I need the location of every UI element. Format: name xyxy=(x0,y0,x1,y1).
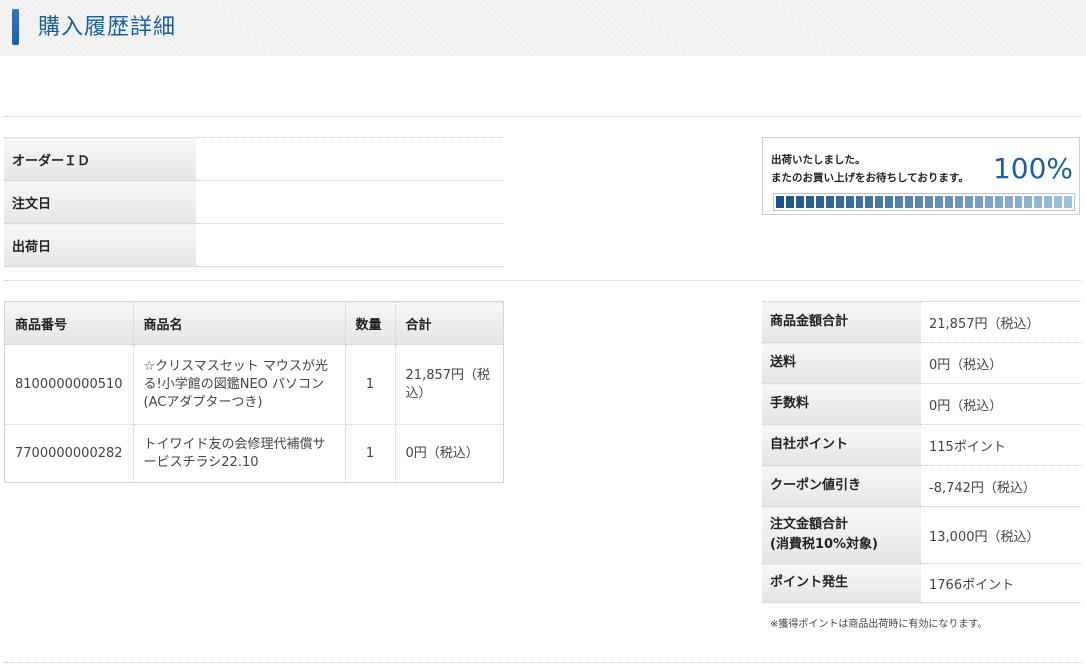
table-row: 8100000000510 ☆クリスマスセット マウスが光る!小学館の図鑑NEO… xyxy=(4,344,505,425)
points-earned-value: 1766ポイント xyxy=(921,563,1082,603)
progress-segment xyxy=(935,196,943,208)
ship-date-row: 出荷日 xyxy=(4,223,504,267)
summary-row: クーポン値引き -8,742円（税込） xyxy=(762,465,1082,507)
page-title: 購入履歴詳細 xyxy=(38,15,177,40)
divider xyxy=(4,280,1082,281)
progress-segment xyxy=(905,196,914,208)
item-total: 0円（税込） xyxy=(394,424,505,483)
points-used-value: 115ポイント xyxy=(921,424,1082,466)
item-qty: 1 xyxy=(344,424,396,483)
progress-segment xyxy=(776,196,784,208)
status-message-2: またのお買い上げをお待ちしております。 xyxy=(771,172,969,184)
progress-segment xyxy=(835,196,844,208)
progress-segment xyxy=(954,196,963,208)
header-accent-bar xyxy=(12,9,19,45)
progress-segment xyxy=(1014,196,1023,208)
summary-table: 商品金額合計 21,857円（税込） 送料 0円（税込） 手数料 0円（税込） … xyxy=(762,301,1082,603)
col-header-qty: 数量 xyxy=(344,301,396,345)
subtotal-value: 21,857円（税込） xyxy=(921,301,1082,343)
col-header-total: 合計 xyxy=(394,301,505,345)
progress-segment xyxy=(1064,196,1073,208)
progress-segment xyxy=(984,196,993,208)
item-qty: 1 xyxy=(344,344,396,425)
item-sku: 7700000000282 xyxy=(4,424,134,483)
progress-segment xyxy=(785,196,794,208)
fee-value: 0円（税込） xyxy=(921,383,1082,425)
shipping-progress-bar xyxy=(773,193,1075,211)
order-total-tax-note: (消費税10%対象) xyxy=(770,537,878,552)
progress-segment xyxy=(825,196,834,208)
progress-segment xyxy=(1034,196,1043,208)
progress-segment xyxy=(875,196,884,208)
progress-segment xyxy=(795,196,804,208)
order-id-value xyxy=(196,137,504,181)
order-id-row: オーダーＩＤ xyxy=(4,137,504,181)
fee-label: 手数料 xyxy=(762,383,921,425)
progress-segment xyxy=(964,196,973,208)
order-info-table: オーダーＩＤ 注文日 出荷日 xyxy=(4,137,504,267)
points-earned-label: ポイント発生 xyxy=(762,563,921,603)
item-sku: 8100000000510 xyxy=(4,344,134,425)
coupon-discount-label: クーポン値引き xyxy=(762,465,921,507)
summary-row: 送料 0円（税込） xyxy=(762,342,1082,384)
progress-segment xyxy=(994,196,1003,208)
summary-row: 商品金額合計 21,857円（税込） xyxy=(762,301,1082,343)
order-total-label-main: 注文金額合計 xyxy=(770,517,849,532)
progress-segment xyxy=(1054,196,1063,208)
items-header-row: 商品番号 商品名 数量 合計 xyxy=(4,301,505,345)
progress-segment xyxy=(885,196,894,208)
progress-segment xyxy=(974,196,983,208)
page-header: 購入履歴詳細 xyxy=(0,0,1086,56)
progress-segment xyxy=(1044,196,1053,208)
progress-segment xyxy=(895,196,904,208)
order-total-value: 13,000円（税込） xyxy=(921,506,1082,564)
points-note: ※獲得ポイントは商品出荷時に有効になります。 xyxy=(770,619,988,630)
progress-segment xyxy=(915,196,924,208)
table-row: 7700000000282 トイワイド友の会修理代補償サービスチラシ22.10 … xyxy=(4,424,505,483)
order-id-label: オーダーＩＤ xyxy=(4,137,196,181)
subtotal-label: 商品金額合計 xyxy=(762,301,921,343)
progress-segment xyxy=(855,196,864,208)
progress-segment xyxy=(1004,196,1013,208)
item-total: 21,857円（税込） xyxy=(394,344,505,425)
ship-date-value xyxy=(196,223,504,267)
progress-segment xyxy=(845,196,854,208)
progress-segment xyxy=(944,196,953,208)
summary-row: 注文金額合計 (消費税10%対象) 13,000円（税込） xyxy=(762,506,1082,564)
progress-segment xyxy=(925,196,933,208)
items-table: 商品番号 商品名 数量 合計 8100000000510 ☆クリスマスセット マ… xyxy=(4,301,505,483)
shipping-value: 0円（税込） xyxy=(921,342,1082,384)
progress-segment xyxy=(1024,196,1033,208)
progress-segment xyxy=(865,196,874,208)
summary-row: 自社ポイント 115ポイント xyxy=(762,424,1082,466)
divider xyxy=(4,116,1082,117)
item-name: トイワイド友の会修理代補償サービスチラシ22.10 xyxy=(132,424,346,483)
order-date-row: 注文日 xyxy=(4,180,504,224)
col-header-sku: 商品番号 xyxy=(4,301,134,345)
divider xyxy=(4,662,1082,663)
progress-segment xyxy=(805,196,814,208)
shipping-label: 送料 xyxy=(762,342,921,384)
points-used-label: 自社ポイント xyxy=(762,424,921,466)
order-total-label: 注文金額合計 (消費税10%対象) xyxy=(762,506,921,564)
summary-row: ポイント発生 1766ポイント xyxy=(762,563,1082,603)
order-date-value xyxy=(196,180,504,224)
status-percent: 100% xyxy=(992,152,1073,185)
coupon-discount-value: -8,742円（税込） xyxy=(921,465,1082,507)
item-name: ☆クリスマスセット マウスが光る!小学館の図鑑NEO パソコン (ACアダプター… xyxy=(132,344,346,425)
col-header-name: 商品名 xyxy=(132,301,346,345)
progress-segment xyxy=(815,196,824,208)
order-date-label: 注文日 xyxy=(4,180,196,224)
shipping-status-box: 出荷いたしました。 またのお買い上げをお待ちしております。 100% xyxy=(762,137,1080,215)
ship-date-label: 出荷日 xyxy=(4,223,196,267)
summary-row: 手数料 0円（税込） xyxy=(762,383,1082,425)
status-message-1: 出荷いたしました。 xyxy=(771,154,866,166)
